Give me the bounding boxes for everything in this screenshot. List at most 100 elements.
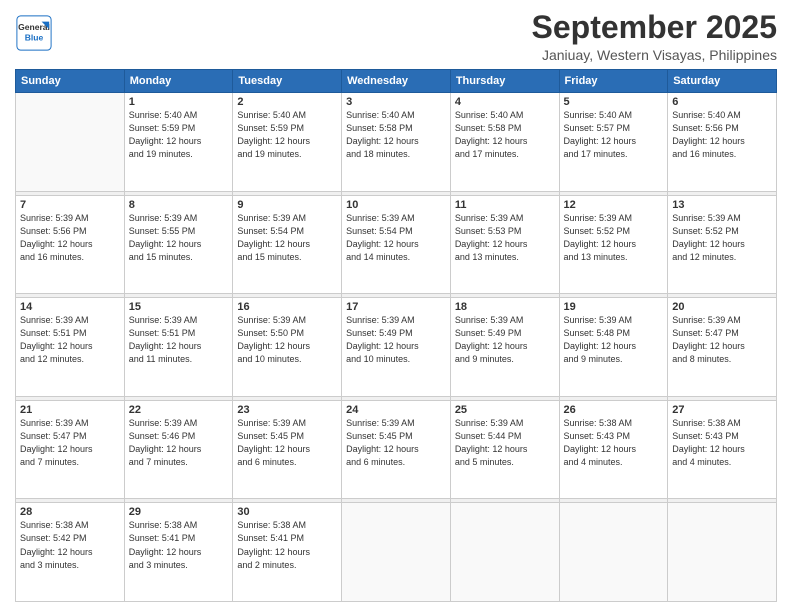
- week-row-2: 7Sunrise: 5:39 AMSunset: 5:56 PMDaylight…: [16, 195, 777, 294]
- weekday-header-sunday: Sunday: [16, 70, 125, 93]
- day-number: 21: [20, 404, 120, 416]
- day-cell: 2Sunrise: 5:40 AMSunset: 5:59 PMDaylight…: [233, 93, 342, 192]
- day-cell: 17Sunrise: 5:39 AMSunset: 5:49 PMDayligh…: [342, 298, 451, 397]
- day-number: 29: [129, 506, 229, 518]
- day-number: 12: [564, 199, 664, 211]
- day-cell: 29Sunrise: 5:38 AMSunset: 5:41 PMDayligh…: [124, 503, 233, 602]
- day-cell: 11Sunrise: 5:39 AMSunset: 5:53 PMDayligh…: [450, 195, 559, 294]
- day-number: 22: [129, 404, 229, 416]
- day-cell: 15Sunrise: 5:39 AMSunset: 5:51 PMDayligh…: [124, 298, 233, 397]
- day-cell: 14Sunrise: 5:39 AMSunset: 5:51 PMDayligh…: [16, 298, 125, 397]
- header: General Blue September 2025 Janiuay, Wes…: [15, 10, 777, 63]
- weekday-header-tuesday: Tuesday: [233, 70, 342, 93]
- calendar-table: SundayMondayTuesdayWednesdayThursdayFrid…: [15, 69, 777, 602]
- day-number: 7: [20, 199, 120, 211]
- day-cell: 19Sunrise: 5:39 AMSunset: 5:48 PMDayligh…: [559, 298, 668, 397]
- page: General Blue September 2025 Janiuay, Wes…: [0, 0, 792, 612]
- day-number: 13: [672, 199, 772, 211]
- day-info: Sunrise: 5:39 AMSunset: 5:51 PMDaylight:…: [129, 314, 229, 366]
- calendar-header-row: SundayMondayTuesdayWednesdayThursdayFrid…: [16, 70, 777, 93]
- svg-text:Blue: Blue: [25, 33, 44, 43]
- day-number: 17: [346, 301, 446, 313]
- week-row-4: 21Sunrise: 5:39 AMSunset: 5:47 PMDayligh…: [16, 400, 777, 499]
- day-cell: 18Sunrise: 5:39 AMSunset: 5:49 PMDayligh…: [450, 298, 559, 397]
- week-row-3: 14Sunrise: 5:39 AMSunset: 5:51 PMDayligh…: [16, 298, 777, 397]
- day-cell: 6Sunrise: 5:40 AMSunset: 5:56 PMDaylight…: [668, 93, 777, 192]
- day-info: Sunrise: 5:39 AMSunset: 5:56 PMDaylight:…: [20, 212, 120, 264]
- day-cell: 4Sunrise: 5:40 AMSunset: 5:58 PMDaylight…: [450, 93, 559, 192]
- day-info: Sunrise: 5:40 AMSunset: 5:56 PMDaylight:…: [672, 109, 772, 161]
- day-info: Sunrise: 5:38 AMSunset: 5:41 PMDaylight:…: [237, 519, 337, 571]
- day-cell: 26Sunrise: 5:38 AMSunset: 5:43 PMDayligh…: [559, 400, 668, 499]
- day-number: 8: [129, 199, 229, 211]
- day-info: Sunrise: 5:39 AMSunset: 5:47 PMDaylight:…: [20, 417, 120, 469]
- day-cell: 22Sunrise: 5:39 AMSunset: 5:46 PMDayligh…: [124, 400, 233, 499]
- day-info: Sunrise: 5:39 AMSunset: 5:48 PMDaylight:…: [564, 314, 664, 366]
- day-number: 4: [455, 96, 555, 108]
- day-info: Sunrise: 5:40 AMSunset: 5:57 PMDaylight:…: [564, 109, 664, 161]
- title-block: September 2025 Janiuay, Western Visayas,…: [532, 10, 777, 63]
- day-cell: 24Sunrise: 5:39 AMSunset: 5:45 PMDayligh…: [342, 400, 451, 499]
- day-info: Sunrise: 5:39 AMSunset: 5:49 PMDaylight:…: [346, 314, 446, 366]
- day-info: Sunrise: 5:39 AMSunset: 5:45 PMDaylight:…: [237, 417, 337, 469]
- day-info: Sunrise: 5:39 AMSunset: 5:55 PMDaylight:…: [129, 212, 229, 264]
- logo-icon: General Blue: [15, 14, 53, 52]
- day-number: 24: [346, 404, 446, 416]
- day-cell: 21Sunrise: 5:39 AMSunset: 5:47 PMDayligh…: [16, 400, 125, 499]
- day-number: 25: [455, 404, 555, 416]
- day-cell: [342, 503, 451, 602]
- day-number: 26: [564, 404, 664, 416]
- day-info: Sunrise: 5:40 AMSunset: 5:59 PMDaylight:…: [129, 109, 229, 161]
- day-cell: 16Sunrise: 5:39 AMSunset: 5:50 PMDayligh…: [233, 298, 342, 397]
- day-info: Sunrise: 5:38 AMSunset: 5:43 PMDaylight:…: [564, 417, 664, 469]
- day-info: Sunrise: 5:40 AMSunset: 5:58 PMDaylight:…: [346, 109, 446, 161]
- day-cell: 5Sunrise: 5:40 AMSunset: 5:57 PMDaylight…: [559, 93, 668, 192]
- day-number: 28: [20, 506, 120, 518]
- main-title: September 2025: [532, 10, 777, 45]
- day-cell: 13Sunrise: 5:39 AMSunset: 5:52 PMDayligh…: [668, 195, 777, 294]
- weekday-header-thursday: Thursday: [450, 70, 559, 93]
- weekday-header-saturday: Saturday: [668, 70, 777, 93]
- day-info: Sunrise: 5:39 AMSunset: 5:44 PMDaylight:…: [455, 417, 555, 469]
- day-number: 18: [455, 301, 555, 313]
- day-info: Sunrise: 5:39 AMSunset: 5:45 PMDaylight:…: [346, 417, 446, 469]
- day-info: Sunrise: 5:39 AMSunset: 5:47 PMDaylight:…: [672, 314, 772, 366]
- day-cell: 1Sunrise: 5:40 AMSunset: 5:59 PMDaylight…: [124, 93, 233, 192]
- day-number: 9: [237, 199, 337, 211]
- day-info: Sunrise: 5:39 AMSunset: 5:54 PMDaylight:…: [237, 212, 337, 264]
- day-info: Sunrise: 5:39 AMSunset: 5:50 PMDaylight:…: [237, 314, 337, 366]
- day-number: 19: [564, 301, 664, 313]
- day-number: 30: [237, 506, 337, 518]
- day-info: Sunrise: 5:40 AMSunset: 5:59 PMDaylight:…: [237, 109, 337, 161]
- day-cell: 10Sunrise: 5:39 AMSunset: 5:54 PMDayligh…: [342, 195, 451, 294]
- day-info: Sunrise: 5:38 AMSunset: 5:41 PMDaylight:…: [129, 519, 229, 571]
- day-info: Sunrise: 5:39 AMSunset: 5:53 PMDaylight:…: [455, 212, 555, 264]
- day-info: Sunrise: 5:38 AMSunset: 5:43 PMDaylight:…: [672, 417, 772, 469]
- day-number: 3: [346, 96, 446, 108]
- day-info: Sunrise: 5:38 AMSunset: 5:42 PMDaylight:…: [20, 519, 120, 571]
- day-cell: 28Sunrise: 5:38 AMSunset: 5:42 PMDayligh…: [16, 503, 125, 602]
- day-cell: 20Sunrise: 5:39 AMSunset: 5:47 PMDayligh…: [668, 298, 777, 397]
- logo: General Blue: [15, 14, 53, 52]
- day-cell: 8Sunrise: 5:39 AMSunset: 5:55 PMDaylight…: [124, 195, 233, 294]
- day-cell: 3Sunrise: 5:40 AMSunset: 5:58 PMDaylight…: [342, 93, 451, 192]
- weekday-header-monday: Monday: [124, 70, 233, 93]
- day-info: Sunrise: 5:39 AMSunset: 5:54 PMDaylight:…: [346, 212, 446, 264]
- day-info: Sunrise: 5:39 AMSunset: 5:49 PMDaylight:…: [455, 314, 555, 366]
- day-info: Sunrise: 5:40 AMSunset: 5:58 PMDaylight:…: [455, 109, 555, 161]
- day-number: 15: [129, 301, 229, 313]
- day-cell: 7Sunrise: 5:39 AMSunset: 5:56 PMDaylight…: [16, 195, 125, 294]
- week-row-1: 1Sunrise: 5:40 AMSunset: 5:59 PMDaylight…: [16, 93, 777, 192]
- day-info: Sunrise: 5:39 AMSunset: 5:46 PMDaylight:…: [129, 417, 229, 469]
- week-row-5: 28Sunrise: 5:38 AMSunset: 5:42 PMDayligh…: [16, 503, 777, 602]
- day-number: 11: [455, 199, 555, 211]
- weekday-header-friday: Friday: [559, 70, 668, 93]
- day-info: Sunrise: 5:39 AMSunset: 5:51 PMDaylight:…: [20, 314, 120, 366]
- day-number: 27: [672, 404, 772, 416]
- day-cell: 25Sunrise: 5:39 AMSunset: 5:44 PMDayligh…: [450, 400, 559, 499]
- subtitle: Janiuay, Western Visayas, Philippines: [532, 47, 777, 63]
- day-cell: 23Sunrise: 5:39 AMSunset: 5:45 PMDayligh…: [233, 400, 342, 499]
- day-number: 1: [129, 96, 229, 108]
- day-number: 14: [20, 301, 120, 313]
- day-info: Sunrise: 5:39 AMSunset: 5:52 PMDaylight:…: [564, 212, 664, 264]
